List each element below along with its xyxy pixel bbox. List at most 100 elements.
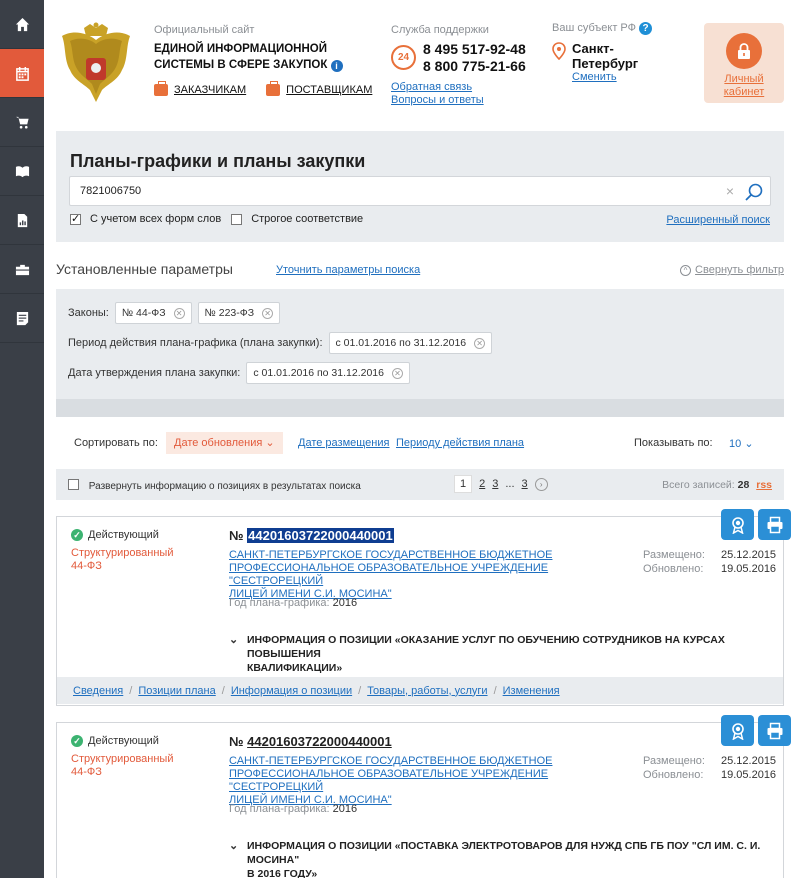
org-line: САНКТ-ПЕТЕРБУРГСКОЕ ГОСУДАРСТВЕННОЕ БЮДЖ…	[229, 755, 553, 767]
tab-separator: /	[493, 684, 497, 697]
pagination: 1 2 3 ... 3 ›	[454, 475, 548, 493]
sidebar-item-purchases[interactable]	[0, 98, 44, 147]
chevron-down-icon: ⌄	[744, 438, 754, 450]
plan-kind: Структурированный 44-ФЗ	[71, 547, 174, 573]
refine-params-link[interactable]: Уточнить параметры поиска	[276, 264, 420, 276]
calendar-icon	[15, 66, 29, 81]
updated-value: 19.05.2016	[721, 768, 777, 781]
plan-number-value: 44201603722000440001	[247, 528, 394, 543]
tab-separator: /	[221, 684, 225, 697]
placed-value: 25.12.2015	[721, 755, 777, 767]
tab-changes[interactable]: Изменения	[503, 685, 560, 697]
all-forms-checkbox[interactable]	[70, 212, 81, 225]
plan-number[interactable]: № 44201603722000440001	[229, 528, 394, 543]
sort-select[interactable]: Дате обновления ⌄	[166, 432, 283, 454]
page-2[interactable]: 2	[479, 478, 485, 490]
certificate-button[interactable]	[721, 509, 754, 540]
year-value: 2016	[332, 803, 358, 815]
tab-plan-positions[interactable]: Позиции плана	[138, 685, 215, 697]
remove-icon[interactable]: ✕	[474, 337, 486, 349]
clear-icon[interactable]: ×	[726, 183, 734, 199]
region-change-link[interactable]: Сменить	[572, 71, 662, 84]
chevron-up-icon: ^	[680, 265, 692, 276]
feedback-link[interactable]: Обратная связь	[391, 81, 526, 94]
organization-link[interactable]: САНКТ-ПЕТЕРБУРГСКОЕ ГОСУДАРСТВЕННОЕ БЮДЖ…	[229, 549, 619, 601]
remove-icon[interactable]: ✕	[173, 307, 185, 319]
customers-link[interactable]: ЗАКАЗЧИКАМ	[154, 81, 246, 96]
strict-checkbox[interactable]	[231, 213, 243, 225]
info-icon[interactable]: i	[330, 60, 343, 72]
organization-link[interactable]: САНКТ-ПЕТЕРБУРГСКОЕ ГОСУДАРСТВЕННОЕ БЮДЖ…	[229, 755, 619, 807]
results-bar: Развернуть информацию о позициях в резул…	[56, 469, 784, 500]
all-forms-label: С учетом всех форм слов	[90, 213, 222, 225]
period-label: Период действия плана-графика (плана зак…	[68, 337, 323, 349]
suppliers-link[interactable]: ПОСТАВЩИКАМ	[266, 81, 372, 96]
chevron-down-icon: ⌄	[229, 634, 239, 646]
search-icon[interactable]	[744, 182, 764, 202]
award-icon	[731, 516, 744, 534]
search-input[interactable]: 7821006750 ×	[69, 176, 771, 206]
total-label: Всего записей:	[662, 479, 735, 491]
support-label: Служба поддержки	[391, 24, 489, 36]
position-info[interactable]: ⌄ ИНФОРМАЦИЯ О ПОЗИЦИИ «ОКАЗАНИЕ УСЛУГ П…	[229, 633, 781, 675]
dates: Размещено: 25.12.2015 Обновлено: 19.05.201…	[643, 755, 776, 782]
lock-icon	[726, 33, 762, 69]
home-icon	[15, 17, 29, 31]
print-button[interactable]	[758, 509, 791, 540]
tab-separator: /	[358, 684, 362, 697]
region-block: Ваш субъект РФ ? Санкт-Петербург Сменить	[552, 22, 662, 84]
header: Официальный сайт ЕДИНОЙ ИНФОРМАЦИОННОЙ С…	[44, 0, 797, 125]
sort-by-period[interactable]: Периоду действия плана	[396, 437, 524, 449]
advanced-search-link[interactable]: Расширенный поиск	[666, 214, 770, 226]
tab-details[interactable]: Сведения	[73, 685, 123, 697]
status-badge: ✓ Действующий	[71, 735, 159, 747]
remove-icon[interactable]: ✕	[391, 367, 403, 379]
card-tabs: Сведения / Позиции плана / Информация о по…	[57, 677, 783, 704]
sort-selected: Дате обновления	[174, 437, 263, 449]
expand-checkbox[interactable]	[68, 479, 79, 490]
law-chip-223: № 223-ФЗ ✕	[197, 302, 281, 324]
certificate-button[interactable]	[721, 715, 754, 746]
page-last[interactable]: 3	[522, 478, 528, 490]
personal-cabinet-button[interactable]: Личный кабинет	[704, 23, 784, 103]
sort-by-placement[interactable]: Дате размещения	[298, 437, 389, 449]
next-page-icon[interactable]: ›	[534, 477, 548, 491]
site-name-line2: СИСТЕМЫ В СФЕРЕ ЗАКУПОК	[154, 59, 328, 71]
sidebar-item-plans[interactable]	[0, 49, 44, 98]
collapse-filter-link[interactable]: ^ Свернуть фильтр	[680, 264, 784, 276]
rss-link[interactable]: rss	[756, 479, 772, 491]
page-size-select[interactable]: 10 ⌄	[729, 437, 754, 450]
plan-number-value: 44201603722000440001	[247, 734, 392, 749]
sidebar-item-reports[interactable]	[0, 196, 44, 245]
tab-goods[interactable]: Товары, работы, услуги	[367, 685, 487, 697]
num-prefix: №	[229, 528, 244, 543]
expand-positions[interactable]: Развернуть информацию о позициях в резул…	[68, 479, 361, 492]
check-icon: ✓	[71, 529, 83, 541]
sort-label: Сортировать по:	[74, 437, 158, 449]
params-title: Установленные параметры	[56, 261, 233, 277]
approval-chip-label: с 01.01.2016 по 31.12.2016	[253, 367, 384, 379]
tab-position-info[interactable]: Информация о позиции	[231, 685, 352, 697]
sidebar-item-home[interactable]	[0, 0, 44, 49]
page-3[interactable]: 3	[492, 478, 498, 490]
params-strip	[56, 399, 784, 417]
print-icon	[767, 722, 782, 739]
page-1[interactable]: 1	[454, 475, 473, 493]
plan-number[interactable]: № 44201603722000440001	[229, 734, 392, 749]
period-row: Период действия плана-графика (плана зак…	[68, 332, 493, 354]
position-info[interactable]: ⌄ ИНФОРМАЦИЯ О ПОЗИЦИИ «ПОСТАВКА ЭЛЕКТРО…	[229, 839, 781, 878]
support-24-icon: 24	[391, 45, 416, 70]
region-name: Санкт-Петербург	[572, 41, 639, 71]
sidebar-item-library[interactable]	[0, 147, 44, 196]
position-line: ИНФОРМАЦИЯ О ПОЗИЦИИ «ОКАЗАНИЕ УСЛУГ ПО …	[247, 634, 725, 660]
plan-kind-line1: Структурированный	[71, 753, 174, 765]
faq-link[interactable]: Вопросы и ответы	[391, 94, 526, 107]
sidebar-item-notes[interactable]	[0, 294, 44, 343]
site-name-line1: ЕДИНОЙ ИНФОРМАЦИОННОЙ	[154, 43, 328, 55]
help-icon[interactable]: ?	[639, 22, 653, 35]
print-button[interactable]	[758, 715, 791, 746]
result-card: ✓ Действующий Структурированный 44-ФЗ № 44…	[56, 722, 784, 878]
remove-icon[interactable]: ✕	[262, 307, 274, 319]
sidebar-item-contracts[interactable]	[0, 245, 44, 294]
book-icon	[15, 165, 29, 177]
